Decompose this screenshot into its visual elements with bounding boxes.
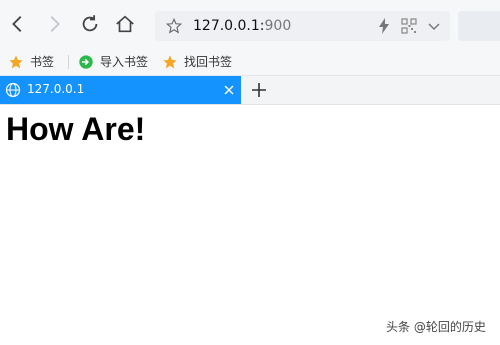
url-port: 900 bbox=[264, 18, 292, 34]
forward-icon bbox=[50, 16, 60, 32]
bookmark-item-bookmarks[interactable]: 书签 bbox=[8, 52, 54, 71]
forward-button[interactable] bbox=[42, 12, 66, 36]
bookmark-item-import[interactable]: 导入书签 bbox=[78, 52, 148, 71]
chevron-down-icon[interactable] bbox=[427, 19, 441, 33]
watermark-text: 头条 @轮回的历史 bbox=[386, 320, 486, 334]
reload-icon bbox=[82, 15, 98, 32]
bookmarks-bar: 书签 导入书签 找回书签 bbox=[0, 48, 500, 76]
tab-active[interactable]: 127.0.0.1 bbox=[0, 76, 241, 104]
new-tab-plus-icon[interactable] bbox=[250, 81, 268, 99]
close-icon[interactable] bbox=[222, 83, 236, 97]
reload-button[interactable] bbox=[78, 12, 102, 36]
star-icon bbox=[9, 54, 23, 68]
address-bar[interactable]: 127.0.0.1:900 bbox=[155, 11, 450, 41]
star-icon bbox=[163, 54, 177, 68]
back-button[interactable] bbox=[6, 12, 30, 36]
bookmark-label: 书签 bbox=[30, 55, 55, 69]
bookmark-label: 导入书签 bbox=[100, 55, 149, 69]
back-icon bbox=[12, 16, 22, 32]
bookmark-item-recover[interactable]: 找回书签 bbox=[162, 52, 232, 71]
qr-code-icon[interactable] bbox=[401, 18, 417, 34]
bolt-icon[interactable] bbox=[377, 18, 391, 34]
globe-icon bbox=[5, 82, 21, 98]
tab-title: 127.0.0.1 bbox=[27, 82, 85, 96]
url-host: 127.0.0.1: bbox=[193, 18, 265, 34]
search-box[interactable] bbox=[458, 11, 500, 41]
bookmark-star-icon[interactable] bbox=[165, 17, 183, 35]
home-button[interactable] bbox=[113, 12, 137, 36]
page-heading: How Are! bbox=[6, 111, 146, 147]
bookmark-divider bbox=[68, 55, 69, 69]
home-icon bbox=[116, 15, 134, 33]
bookmark-label: 找回书签 bbox=[184, 55, 233, 69]
tab-strip: 127.0.0.1 bbox=[0, 76, 500, 105]
url-text[interactable]: 127.0.0.1:900 bbox=[193, 18, 291, 34]
browser-toolbar: 127.0.0.1:900 bbox=[0, 0, 500, 48]
page-content: How Are! bbox=[0, 105, 500, 345]
import-icon bbox=[79, 54, 93, 69]
